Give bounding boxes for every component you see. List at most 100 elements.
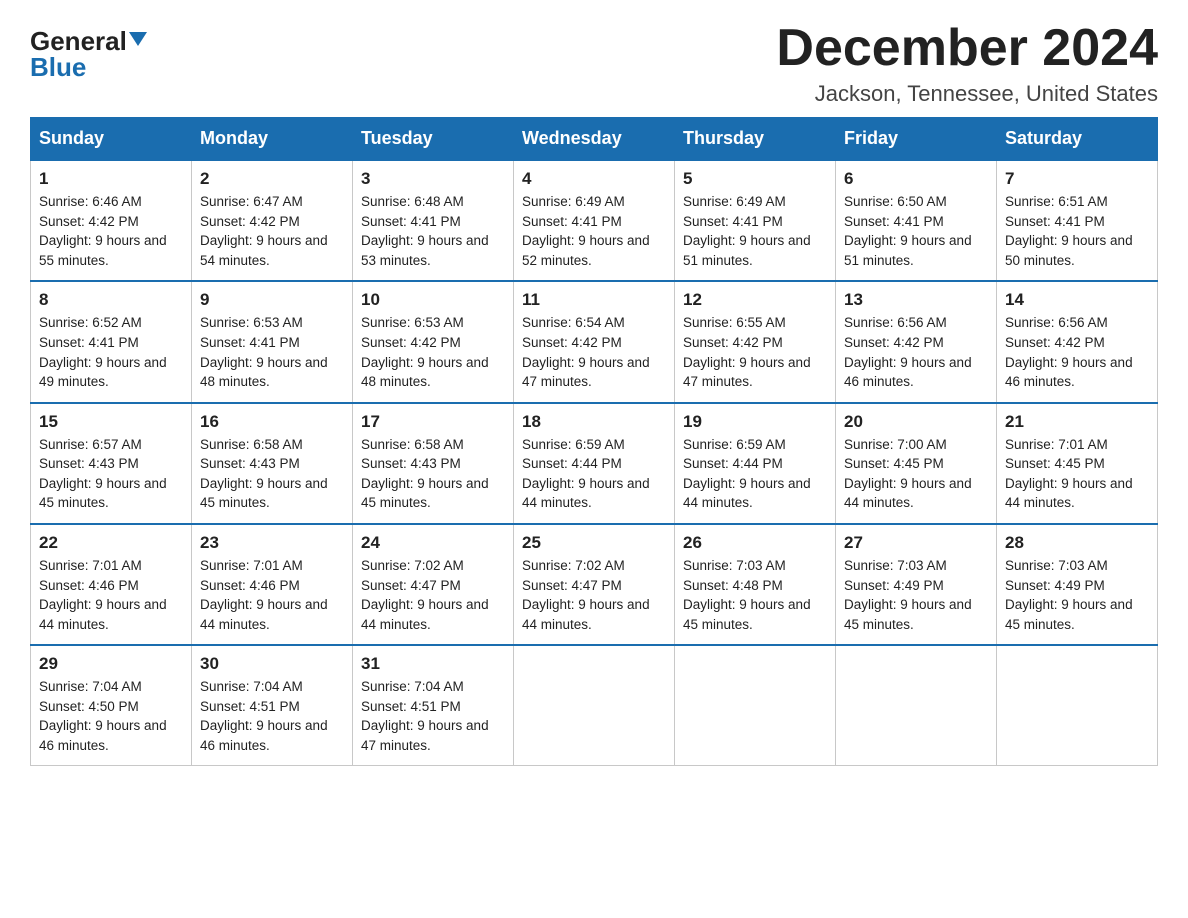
day-number: 29 <box>39 654 183 674</box>
day-info: Sunrise: 7:04 AMSunset: 4:51 PMDaylight:… <box>361 677 505 755</box>
month-title: December 2024 <box>776 20 1158 77</box>
day-info: Sunrise: 6:57 AMSunset: 4:43 PMDaylight:… <box>39 435 183 513</box>
day-info: Sunrise: 6:59 AMSunset: 4:44 PMDaylight:… <box>522 435 666 513</box>
day-number: 23 <box>200 533 344 553</box>
day-number: 15 <box>39 412 183 432</box>
day-info: Sunrise: 6:47 AMSunset: 4:42 PMDaylight:… <box>200 192 344 270</box>
calendar-cell: 14 Sunrise: 6:56 AMSunset: 4:42 PMDayligh… <box>997 281 1158 402</box>
calendar-week-5: 29 Sunrise: 7:04 AMSunset: 4:50 PMDayligh… <box>31 645 1158 766</box>
day-number: 13 <box>844 290 988 310</box>
calendar-cell: 15 Sunrise: 6:57 AMSunset: 4:43 PMDayligh… <box>31 403 192 524</box>
weekday-header-wednesday: Wednesday <box>514 118 675 161</box>
calendar-cell: 23Sunrise: 7:01 AMSunset: 4:46 PMDayligh… <box>192 524 353 645</box>
day-number: 3 <box>361 169 505 189</box>
day-number: 28 <box>1005 533 1149 553</box>
day-number: 8 <box>39 290 183 310</box>
logo-triangle-icon <box>129 32 147 46</box>
day-info: Sunrise: 7:03 AMSunset: 4:49 PMDaylight:… <box>1005 556 1149 634</box>
day-info: Sunrise: 7:04 AMSunset: 4:50 PMDaylight:… <box>39 677 183 755</box>
weekday-header-monday: Monday <box>192 118 353 161</box>
calendar-cell: 18 Sunrise: 6:59 AMSunset: 4:44 PMDayligh… <box>514 403 675 524</box>
day-number: 6 <box>844 169 988 189</box>
day-info: Sunrise: 6:55 AMSunset: 4:42 PMDaylight:… <box>683 313 827 391</box>
calendar-cell <box>836 645 997 766</box>
calendar-cell: 22 Sunrise: 7:01 AMSunset: 4:46 PMDayligh… <box>31 524 192 645</box>
weekday-header-saturday: Saturday <box>997 118 1158 161</box>
day-info: Sunrise: 7:04 AMSunset: 4:51 PMDaylight:… <box>200 677 344 755</box>
calendar-cell: 3 Sunrise: 6:48 AMSunset: 4:41 PMDaylight… <box>353 160 514 281</box>
day-number: 12 <box>683 290 827 310</box>
logo-text: General <box>30 28 147 54</box>
calendar-cell: 7 Sunrise: 6:51 AMSunset: 4:41 PMDaylight… <box>997 160 1158 281</box>
day-number: 26 <box>683 533 827 553</box>
calendar-cell: 8Sunrise: 6:52 AMSunset: 4:41 PMDaylight… <box>31 281 192 402</box>
weekday-header-thursday: Thursday <box>675 118 836 161</box>
day-info: Sunrise: 6:51 AMSunset: 4:41 PMDaylight:… <box>1005 192 1149 270</box>
day-number: 4 <box>522 169 666 189</box>
calendar-cell: 1 Sunrise: 6:46 AMSunset: 4:42 PMDaylight… <box>31 160 192 281</box>
day-info: Sunrise: 6:48 AMSunset: 4:41 PMDaylight:… <box>361 192 505 270</box>
calendar-cell: 31 Sunrise: 7:04 AMSunset: 4:51 PMDayligh… <box>353 645 514 766</box>
calendar-cell: 30 Sunrise: 7:04 AMSunset: 4:51 PMDayligh… <box>192 645 353 766</box>
calendar-cell: 20Sunrise: 7:00 AMSunset: 4:45 PMDayligh… <box>836 403 997 524</box>
day-info: Sunrise: 6:59 AMSunset: 4:44 PMDaylight:… <box>683 435 827 513</box>
calendar-cell: 27Sunrise: 7:03 AMSunset: 4:49 PMDayligh… <box>836 524 997 645</box>
day-number: 22 <box>39 533 183 553</box>
title-section: December 2024 Jackson, Tennessee, United… <box>776 20 1158 107</box>
calendar-cell: 29 Sunrise: 7:04 AMSunset: 4:50 PMDayligh… <box>31 645 192 766</box>
calendar-cell: 21 Sunrise: 7:01 AMSunset: 4:45 PMDayligh… <box>997 403 1158 524</box>
logo: General Blue <box>30 28 147 80</box>
calendar-table: SundayMondayTuesdayWednesdayThursdayFrid… <box>30 117 1158 766</box>
day-info: Sunrise: 6:49 AMSunset: 4:41 PMDaylight:… <box>683 192 827 270</box>
calendar-cell: 11 Sunrise: 6:54 AMSunset: 4:42 PMDayligh… <box>514 281 675 402</box>
calendar-cell: 17 Sunrise: 6:58 AMSunset: 4:43 PMDayligh… <box>353 403 514 524</box>
day-info: Sunrise: 6:56 AMSunset: 4:42 PMDaylight:… <box>1005 313 1149 391</box>
day-number: 11 <box>522 290 666 310</box>
day-info: Sunrise: 7:03 AMSunset: 4:48 PMDaylight:… <box>683 556 827 634</box>
day-number: 17 <box>361 412 505 432</box>
weekday-header-sunday: Sunday <box>31 118 192 161</box>
day-info: Sunrise: 7:03 AMSunset: 4:49 PMDaylight:… <box>844 556 988 634</box>
day-number: 9 <box>200 290 344 310</box>
calendar-cell: 6Sunrise: 6:50 AMSunset: 4:41 PMDaylight… <box>836 160 997 281</box>
day-info: Sunrise: 6:58 AMSunset: 4:43 PMDaylight:… <box>200 435 344 513</box>
page-header: General Blue December 2024 Jackson, Tenn… <box>30 20 1158 107</box>
calendar-cell: 13 Sunrise: 6:56 AMSunset: 4:42 PMDayligh… <box>836 281 997 402</box>
calendar-cell: 28 Sunrise: 7:03 AMSunset: 4:49 PMDayligh… <box>997 524 1158 645</box>
day-number: 30 <box>200 654 344 674</box>
day-number: 24 <box>361 533 505 553</box>
day-info: Sunrise: 6:53 AMSunset: 4:41 PMDaylight:… <box>200 313 344 391</box>
day-number: 31 <box>361 654 505 674</box>
weekday-header-friday: Friday <box>836 118 997 161</box>
day-number: 25 <box>522 533 666 553</box>
calendar-cell <box>514 645 675 766</box>
calendar-cell <box>675 645 836 766</box>
day-number: 14 <box>1005 290 1149 310</box>
day-number: 10 <box>361 290 505 310</box>
day-info: Sunrise: 6:54 AMSunset: 4:42 PMDaylight:… <box>522 313 666 391</box>
day-info: Sunrise: 7:01 AMSunset: 4:46 PMDaylight:… <box>39 556 183 634</box>
day-info: Sunrise: 6:56 AMSunset: 4:42 PMDaylight:… <box>844 313 988 391</box>
day-number: 16 <box>200 412 344 432</box>
day-info: Sunrise: 7:02 AMSunset: 4:47 PMDaylight:… <box>361 556 505 634</box>
day-number: 7 <box>1005 169 1149 189</box>
calendar-cell: 12 Sunrise: 6:55 AMSunset: 4:42 PMDayligh… <box>675 281 836 402</box>
day-info: Sunrise: 6:58 AMSunset: 4:43 PMDaylight:… <box>361 435 505 513</box>
day-number: 18 <box>522 412 666 432</box>
calendar-week-3: 15 Sunrise: 6:57 AMSunset: 4:43 PMDayligh… <box>31 403 1158 524</box>
calendar-cell: 25Sunrise: 7:02 AMSunset: 4:47 PMDayligh… <box>514 524 675 645</box>
calendar-cell: 19Sunrise: 6:59 AMSunset: 4:44 PMDayligh… <box>675 403 836 524</box>
calendar-week-2: 8Sunrise: 6:52 AMSunset: 4:41 PMDaylight… <box>31 281 1158 402</box>
day-info: Sunrise: 7:01 AMSunset: 4:45 PMDaylight:… <box>1005 435 1149 513</box>
day-number: 1 <box>39 169 183 189</box>
calendar-cell: 24 Sunrise: 7:02 AMSunset: 4:47 PMDayligh… <box>353 524 514 645</box>
day-number: 21 <box>1005 412 1149 432</box>
logo-blue: Blue <box>30 54 86 80</box>
calendar-cell: 9 Sunrise: 6:53 AMSunset: 4:41 PMDaylight… <box>192 281 353 402</box>
calendar-cell <box>997 645 1158 766</box>
calendar-week-4: 22 Sunrise: 7:01 AMSunset: 4:46 PMDayligh… <box>31 524 1158 645</box>
day-info: Sunrise: 6:46 AMSunset: 4:42 PMDaylight:… <box>39 192 183 270</box>
day-info: Sunrise: 6:53 AMSunset: 4:42 PMDaylight:… <box>361 313 505 391</box>
calendar-cell: 5Sunrise: 6:49 AMSunset: 4:41 PMDaylight… <box>675 160 836 281</box>
calendar-cell: 10 Sunrise: 6:53 AMSunset: 4:42 PMDayligh… <box>353 281 514 402</box>
